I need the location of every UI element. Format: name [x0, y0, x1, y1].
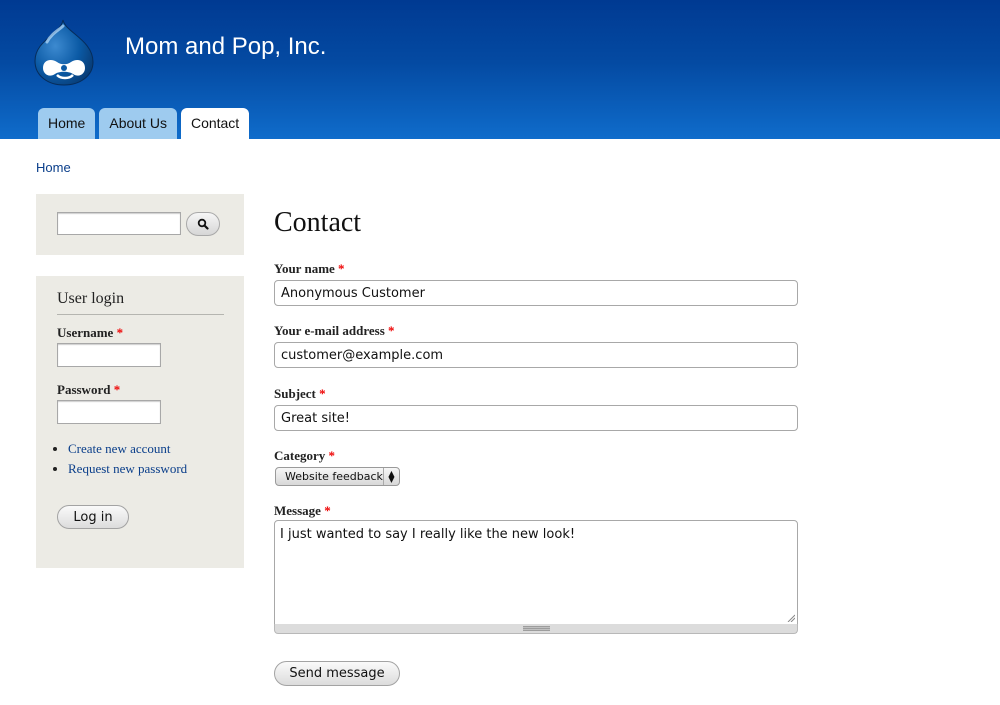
- required-marker: *: [116, 325, 124, 340]
- list-item: Request new password: [68, 459, 187, 479]
- message-label: Message *: [274, 503, 331, 519]
- select-arrows-icon: ▲ ▼: [383, 468, 399, 485]
- subject-label: Subject *: [274, 386, 326, 402]
- subject-input[interactable]: [274, 405, 798, 431]
- email-label-text: Your e-mail address: [274, 323, 385, 338]
- username-label: Username *: [57, 325, 123, 341]
- subject-label-text: Subject: [274, 386, 316, 401]
- log-in-button[interactable]: Log in: [57, 505, 129, 529]
- category-selected-value: Website feedback: [285, 470, 383, 483]
- category-label-text: Category: [274, 448, 326, 463]
- username-label-text: Username: [57, 325, 114, 340]
- login-links: Create new account Request new password: [50, 439, 187, 479]
- drupal-logo-icon[interactable]: [33, 18, 95, 86]
- required-marker: *: [113, 382, 121, 397]
- name-label: Your name *: [274, 261, 345, 277]
- message-textarea[interactable]: I just wanted to say I really like the n…: [274, 520, 798, 625]
- page-title: Contact: [274, 207, 362, 238]
- search-icon: [197, 218, 209, 230]
- primary-tabs: Home About Us Contact: [38, 108, 250, 139]
- user-login-title: User login: [57, 290, 224, 315]
- tab-contact[interactable]: Contact: [180, 108, 250, 139]
- category-select[interactable]: Website feedback ▲ ▼: [275, 467, 400, 486]
- search-button[interactable]: [186, 212, 220, 236]
- required-marker: *: [324, 503, 331, 518]
- password-label-text: Password: [57, 382, 111, 397]
- breadcrumb-home[interactable]: Home: [36, 160, 71, 175]
- required-marker: *: [328, 448, 336, 463]
- required-marker: *: [338, 261, 345, 276]
- resize-corner-icon[interactable]: [787, 614, 795, 622]
- message-text: I just wanted to say I really like the n…: [280, 527, 576, 542]
- tab-home[interactable]: Home: [38, 108, 96, 139]
- password-label: Password *: [57, 382, 120, 398]
- username-input[interactable]: [57, 343, 161, 367]
- search-input[interactable]: [57, 212, 181, 235]
- site-name[interactable]: Mom and Pop, Inc.: [125, 33, 326, 61]
- list-item: Create new account: [68, 439, 187, 459]
- send-message-button[interactable]: Send message: [274, 661, 400, 686]
- search-block: [36, 194, 244, 255]
- create-account-link[interactable]: Create new account: [68, 441, 171, 456]
- request-password-link[interactable]: Request new password: [68, 461, 187, 476]
- category-label: Category *: [274, 448, 335, 464]
- name-label-text: Your name: [274, 261, 335, 276]
- textarea-resize-grippie[interactable]: [274, 624, 798, 634]
- password-input[interactable]: [57, 400, 161, 424]
- name-input[interactable]: [274, 280, 798, 306]
- site-header: Mom and Pop, Inc. Home About Us Contact: [0, 0, 1000, 139]
- required-marker: *: [388, 323, 395, 338]
- email-label: Your e-mail address *: [274, 323, 395, 339]
- user-login-block: User login Username * Password * Create …: [36, 276, 244, 568]
- tab-about-us[interactable]: About Us: [99, 108, 177, 139]
- grippie-handle-icon: [523, 626, 550, 631]
- required-marker: *: [319, 386, 326, 401]
- email-input[interactable]: [274, 342, 798, 368]
- message-label-text: Message: [274, 503, 321, 518]
